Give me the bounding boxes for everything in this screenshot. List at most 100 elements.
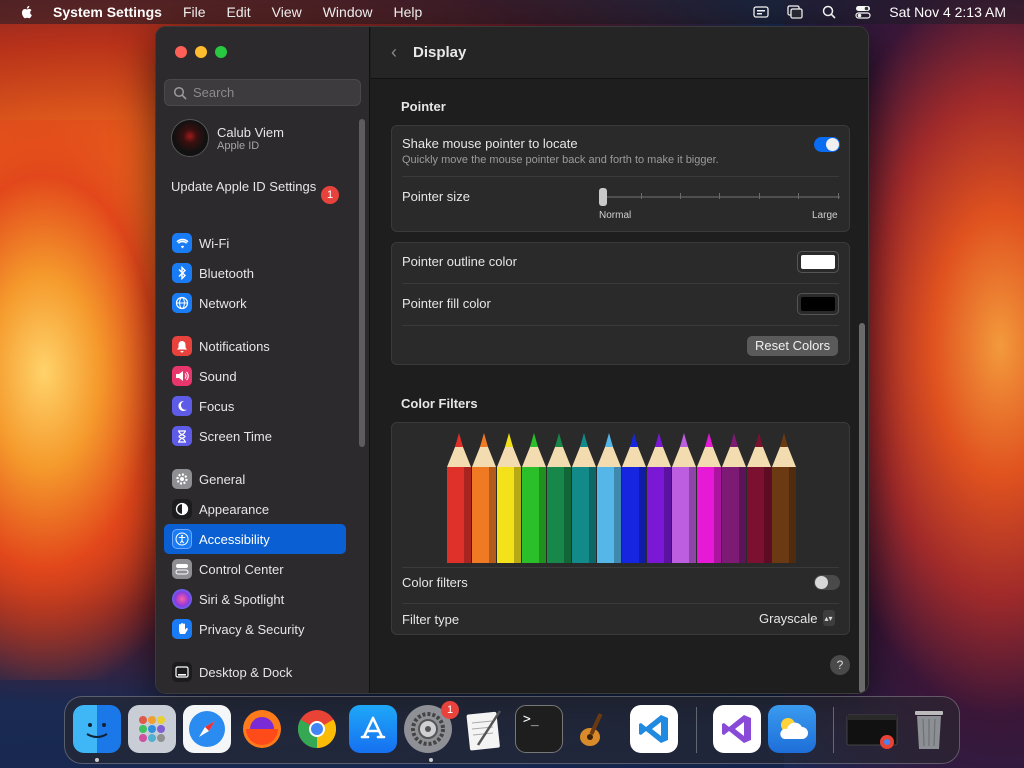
pointer-size-track[interactable] (602, 196, 840, 198)
menu-help[interactable]: Help (394, 4, 423, 20)
back-chevron-icon[interactable]: ‹ (391, 42, 397, 63)
sidebar-item-focus[interactable]: Focus (164, 391, 346, 421)
row-divider (402, 567, 839, 568)
control-center-menu-icon[interactable] (855, 5, 871, 19)
pointer-outline-label: Pointer outline color (402, 254, 517, 269)
slider-tick (680, 193, 681, 199)
content-scrollbar[interactable] (859, 323, 865, 693)
pencil (597, 433, 621, 563)
sidebar-item-label: Desktop & Dock (199, 664, 293, 680)
sidebar-item-notifications[interactable]: Notifications (164, 331, 346, 361)
pencil (522, 433, 546, 563)
apple-id-profile[interactable]: Calub Viem Apple ID (171, 119, 284, 157)
content-pane: ‹ Display Pointer Shake mouse pointer to… (371, 27, 868, 693)
shake-pointer-toggle[interactable] (814, 137, 840, 152)
wifi-icon (172, 233, 192, 253)
app-store-icon[interactable] (349, 705, 397, 753)
menu-edit[interactable]: Edit (227, 4, 251, 20)
sidebar-item-privacy-security[interactable]: Privacy & Security (164, 614, 346, 644)
sidebar-item-siri-spotlight[interactable]: Siri & Spotlight (164, 584, 346, 614)
menubar-clock[interactable]: Sat Nov 4 2:13 AM (889, 4, 1006, 20)
pencil (722, 433, 746, 563)
slider-tick (641, 193, 642, 199)
menu-file[interactable]: File (183, 4, 206, 20)
keyboard-input-icon[interactable] (753, 5, 769, 19)
sidebar-item-label: Screen Time (199, 428, 272, 444)
content-toolbar: ‹ Display (371, 27, 868, 79)
pointer-outline-color-well[interactable] (797, 251, 839, 273)
apple-menu-icon[interactable] (19, 4, 35, 20)
pointer-size-min-label: Normal (599, 210, 632, 221)
system-settings-window: Search Calub Viem Apple ID Update Apple … (155, 26, 869, 694)
color-filters-section-title: Color Filters (401, 396, 478, 411)
update-apple-id-settings[interactable]: Update Apple ID Settings (171, 179, 341, 195)
pencil (672, 433, 696, 563)
finder-icon[interactable] (73, 705, 121, 753)
sidebar-item-label: Privacy & Security (199, 621, 305, 637)
sidebar-item-accessibility[interactable]: Accessibility (164, 524, 346, 554)
screen-mirroring-icon[interactable] (787, 5, 803, 19)
pencil (497, 433, 521, 563)
menu-view[interactable]: View (272, 4, 302, 20)
sidebar-item-label: Notifications (199, 338, 270, 354)
sidebar-item-label: Siri & Spotlight (199, 591, 285, 607)
safari-icon[interactable] (183, 705, 231, 753)
sidebar-item-bluetooth[interactable]: Bluetooth (164, 258, 346, 288)
window-controls (175, 46, 227, 58)
search-input[interactable]: Search (164, 79, 361, 106)
sidebar: Search Calub Viem Apple ID Update Apple … (156, 27, 370, 693)
sidebar-item-control-center[interactable]: Control Center (164, 554, 346, 584)
firefox-icon[interactable] (238, 705, 286, 753)
pointer-color-card: Pointer outline color Pointer fill color… (391, 242, 850, 365)
sidebar-item-sound[interactable]: Sound (164, 361, 346, 391)
filter-type-popup[interactable]: Grayscale ▴▾ (759, 610, 835, 626)
app-name-menu[interactable]: System Settings (53, 4, 162, 20)
zoom-window-button[interactable] (215, 46, 227, 58)
search-placeholder: Search (193, 85, 235, 100)
textedit-icon[interactable] (460, 705, 508, 753)
avatar (171, 119, 209, 157)
sidebar-item-network[interactable]: Network (164, 288, 346, 318)
sidebar-item-label: Control Center (199, 561, 284, 577)
running-indicator (429, 758, 433, 762)
close-window-button[interactable] (175, 46, 187, 58)
pointer-size-knob[interactable] (599, 188, 607, 206)
sidebar-scrollbar[interactable] (359, 119, 365, 447)
row-divider (402, 325, 839, 326)
launchpad-icon[interactable] (128, 705, 176, 753)
menu-bar: System Settings File Edit View Window He… (0, 0, 1024, 24)
sidebar-item-desktop-dock[interactable]: Desktop & Dock (164, 657, 346, 687)
page-title: Display (413, 44, 467, 61)
pointer-fill-color-well[interactable] (797, 293, 839, 315)
pencil (547, 433, 571, 563)
row-divider (402, 176, 839, 177)
menu-window[interactable]: Window (323, 4, 373, 20)
sidebar-item-general[interactable]: General (164, 464, 346, 494)
window-thumbnail-icon[interactable] (845, 705, 899, 753)
weather-icon[interactable] (768, 705, 816, 753)
guitar-icon[interactable] (570, 705, 618, 753)
sidebar-item-screen-time[interactable]: Screen Time (164, 421, 346, 451)
minimize-window-button[interactable] (195, 46, 207, 58)
sidebar-item-label: Network (199, 295, 247, 311)
gear-icon (172, 469, 192, 489)
sidebar-item-label: Focus (199, 398, 235, 414)
terminal-icon[interactable]: >_ (515, 705, 563, 753)
visual-studio-icon[interactable] (713, 705, 761, 753)
moon-icon (172, 396, 192, 416)
color-filters-toggle[interactable] (814, 575, 840, 590)
chrome-icon[interactable] (293, 705, 341, 753)
trash-icon[interactable] (905, 705, 953, 753)
dock-separator (696, 707, 697, 753)
sidebar-item-wifi[interactable]: Wi-Fi (164, 228, 346, 258)
search-icon (173, 86, 187, 100)
spotlight-search-icon[interactable] (821, 5, 837, 19)
sidebar-item-appearance[interactable]: Appearance (164, 494, 346, 524)
vscode-icon[interactable] (630, 705, 678, 753)
slider-tick (759, 193, 760, 199)
pencil (647, 433, 671, 563)
siri-icon (172, 589, 192, 609)
reset-colors-button[interactable]: Reset Colors (747, 336, 839, 356)
help-button[interactable]: ? (830, 655, 850, 675)
shake-pointer-label: Shake mouse pointer to locate (402, 136, 578, 151)
